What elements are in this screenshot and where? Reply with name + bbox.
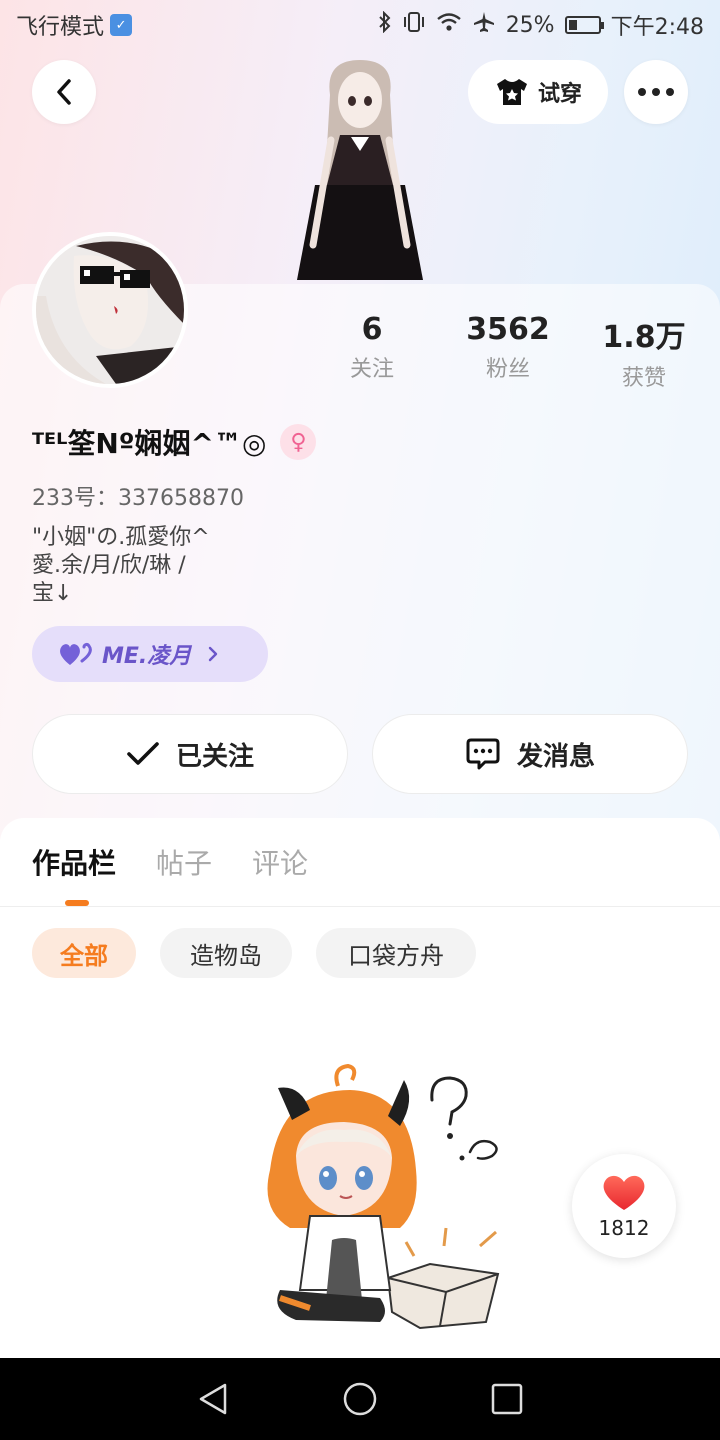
user-id: 233号：337658870: [32, 486, 244, 511]
bluetooth-icon: [378, 10, 392, 39]
bio-line: "小姻"の.孤愛你^: [32, 525, 210, 550]
followed-label: 已关注: [175, 741, 254, 772]
filter-pocket-ark[interactable]: 口袋方舟: [316, 928, 476, 978]
vibrate-icon: [402, 11, 426, 39]
fans-label: 粉丝: [485, 357, 530, 382]
username: ᵀᴱᴸ筌Nº娴姻^™◎: [32, 427, 267, 460]
bio-line: 愛.余/月/欣/琳 /: [32, 553, 186, 578]
tab-posts[interactable]: 帖子: [156, 842, 212, 882]
avatar-image: [36, 236, 184, 384]
filter-all[interactable]: 全部: [32, 928, 136, 978]
like-button[interactable]: 1812: [572, 1154, 676, 1258]
bio: "小姻"の.孤愛你^ 愛.余/月/欣/琳 / 宝↓: [32, 524, 210, 608]
filter-creation-island[interactable]: 造物岛: [160, 928, 292, 978]
likes-label: 获赞: [621, 366, 666, 391]
stat-following[interactable]: 6 关注: [312, 312, 432, 383]
stat-likes[interactable]: 1.8万 获赞: [584, 312, 704, 392]
recents-nav-icon[interactable]: [489, 1381, 525, 1417]
back-button[interactable]: [32, 60, 96, 124]
wifi-icon: [436, 11, 462, 39]
tab-works[interactable]: 作品栏: [32, 842, 116, 882]
tabs-divider: [0, 906, 720, 907]
following-count: 6: [361, 312, 383, 347]
home-nav-icon[interactable]: [342, 1381, 378, 1417]
bio-line: 宝↓: [32, 581, 73, 606]
battery-percent: 25%: [505, 12, 555, 38]
relationship-tag-label: ME.凌月: [102, 644, 192, 669]
try-on-button[interactable]: 试穿: [468, 60, 608, 124]
more-icon: [638, 88, 674, 96]
navigation-bar: [0, 1358, 720, 1440]
shield-icon: ✓: [110, 14, 133, 36]
more-button[interactable]: [624, 60, 688, 124]
check-icon: [127, 742, 159, 765]
airplane-mode-text: 飞行模式: [16, 15, 105, 40]
chevron-left-icon: [57, 79, 71, 105]
heart-icon: [603, 1175, 645, 1210]
username-row: ᵀᴱᴸ筌Nº娴姻^™◎ ♀: [32, 422, 317, 462]
likes-count: 1.8万: [602, 320, 686, 355]
female-icon: ♀: [280, 424, 317, 460]
empty-state-illustration: [267, 1063, 500, 1330]
hearts-icon: [60, 642, 92, 665]
stat-fans[interactable]: 3562 粉丝: [448, 312, 568, 383]
profile-tabs: 作品栏 帖子 评论: [32, 842, 308, 882]
avatar[interactable]: [32, 232, 188, 388]
back-nav-icon[interactable]: [195, 1381, 231, 1417]
tshirt-icon: [496, 79, 527, 105]
chat-icon: [466, 738, 500, 770]
like-count: 1812: [598, 1216, 650, 1240]
status-bar: 飞行模式 ✓ 25% 下午2:48: [0, 0, 720, 50]
try-on-label: 试穿: [537, 82, 582, 107]
battery-icon: [564, 16, 604, 34]
clock: 下午2:48: [610, 15, 704, 40]
avatar-figure: [297, 60, 423, 280]
send-message-button[interactable]: 发消息: [372, 714, 688, 794]
fans-count: 3562: [466, 312, 550, 347]
airplane-icon: [472, 11, 496, 39]
chevron-right-icon: [209, 646, 218, 662]
tab-comments[interactable]: 评论: [252, 842, 308, 882]
send-message-label: 发消息: [516, 741, 595, 772]
following-label: 关注: [349, 357, 394, 382]
followed-button[interactable]: 已关注: [32, 714, 348, 794]
relationship-tag[interactable]: ME.凌月: [32, 626, 268, 682]
